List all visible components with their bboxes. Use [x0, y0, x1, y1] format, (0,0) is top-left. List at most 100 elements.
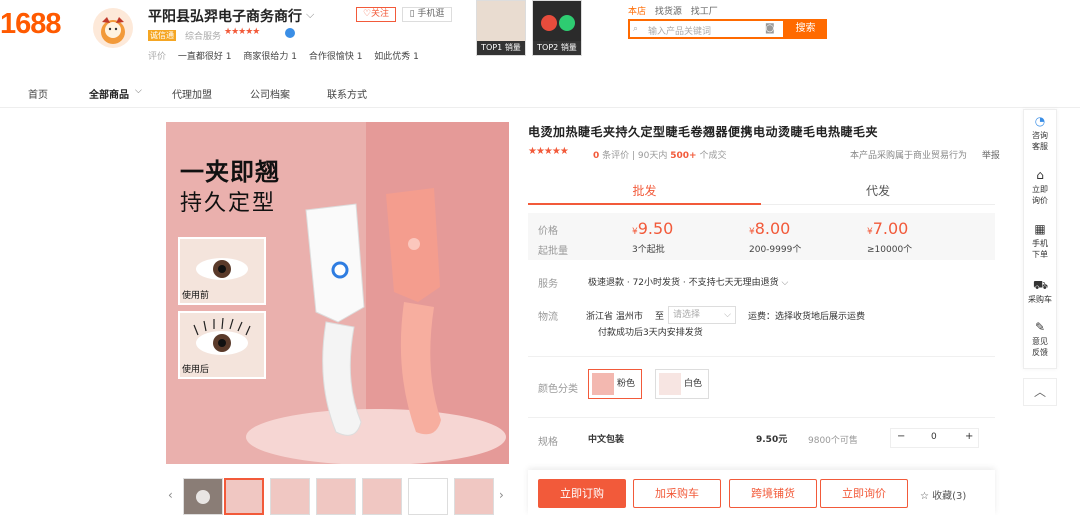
top-product-thumb[interactable]: TOP2 销量 — [532, 0, 582, 56]
min-qty-label: 起批量 — [538, 246, 568, 257]
toolbar-label: 手机 下单 — [1032, 239, 1048, 259]
gallery-thumb[interactable] — [362, 478, 402, 515]
report-link[interactable]: 举报 — [982, 151, 1000, 161]
tab-wholesale[interactable]: 批发 — [528, 176, 761, 205]
nav-company[interactable]: 公司档案 — [250, 86, 290, 101]
product-rating-stars: ★★★★★ — [528, 146, 569, 157]
qty-tier-2: 200-9999个 — [749, 245, 802, 255]
back-to-top-button[interactable]: ︿ — [1023, 378, 1057, 406]
price-tier-1: ¥9.50 — [632, 219, 673, 238]
price-value: 9.50 — [637, 219, 674, 238]
gallery-thumb[interactable] — [224, 478, 264, 515]
eval-tag: 商家很给力 1 — [243, 52, 297, 62]
prev-arrow-icon[interactable]: ‹ — [168, 488, 173, 502]
ship-origin: 浙江省 温州市 — [586, 312, 643, 322]
next-arrow-icon[interactable]: › — [499, 488, 504, 502]
image-slogan-2: 持久定型 — [180, 191, 277, 216]
gallery-thumb[interactable] — [316, 478, 356, 515]
price-tier-2: ¥8.00 — [749, 219, 790, 238]
eval-tag: 如此优秀 1 — [374, 52, 419, 62]
tab-dropship[interactable]: 代发 — [761, 176, 995, 205]
plus-button[interactable]: + — [965, 431, 973, 442]
play-icon — [196, 490, 210, 504]
chat-icon: ◔ — [1034, 114, 1046, 128]
search-scope-links: 本店 找货源 找工厂 — [628, 4, 724, 17]
spec-price: 9.50元 — [756, 435, 788, 445]
minus-button[interactable]: − — [897, 431, 905, 442]
toolbar-cart[interactable]: ⛟ 采购车 — [1023, 278, 1057, 305]
qty-tier-3: ≥10000个 — [867, 245, 913, 255]
spec-stock: 9800个可售 — [808, 436, 858, 446]
top1-sales-label: TOP1 销量 — [477, 41, 525, 55]
eval-label: 评价 — [148, 52, 167, 62]
scope-supply[interactable]: 找货源 — [655, 7, 682, 17]
site-logo[interactable]: 1688 — [0, 8, 62, 41]
purchase-note: 本产品采购属于商业贸易行为 — [850, 151, 968, 161]
color-name: 白色 — [684, 379, 703, 389]
nav-agency[interactable]: 代理加盟 — [172, 86, 212, 101]
add-cart-button[interactable]: 加采购车 — [633, 479, 721, 508]
purchase-notice: 本产品采购属于商业贸易行为 举报 — [850, 148, 1000, 161]
service-stars: ★★★★★ — [224, 27, 260, 37]
price-label: 价格 — [538, 226, 558, 237]
chevron-up-icon: ︿ — [1033, 385, 1046, 399]
top-product-thumb[interactable]: TOP1 销量 — [476, 0, 526, 56]
service-label: 服务 — [538, 279, 558, 290]
follow-button[interactable]: ♡关注 — [356, 7, 396, 22]
chevron-down-icon: ⌵ — [724, 310, 731, 320]
nav-all-products[interactable]: 全部商品 — [89, 86, 129, 101]
shop-name[interactable]: 平阳县弘羿电子商务商行 — [148, 6, 302, 26]
color-name: 粉色 — [617, 379, 636, 389]
scope-store[interactable]: 本店 — [628, 7, 646, 17]
nav-home[interactable]: 首页 — [28, 86, 48, 101]
review-label[interactable]: 条评价 — [602, 151, 629, 161]
nav-contact[interactable]: 联系方式 — [327, 86, 367, 101]
toolbar-chat[interactable]: ◔ 咨询 客服 — [1023, 114, 1057, 152]
color-option-white[interactable]: 白色 — [655, 369, 710, 399]
color-label: 颜色分类 — [538, 384, 578, 395]
toolbar-mobile-order[interactable]: ▦ 手机 下单 — [1023, 222, 1057, 260]
shipping-fee: 运费：选择收货地后展示运费 — [748, 312, 866, 322]
verified-icon — [285, 28, 295, 38]
review-count[interactable]: 0 — [593, 151, 599, 161]
quantity-input[interactable]: 0 — [931, 432, 937, 442]
search-placeholder: 输入产品关键词 — [648, 27, 712, 37]
sold-count: 500+ — [670, 151, 697, 161]
scope-factory[interactable]: 找工厂 — [691, 7, 718, 17]
toolbar-feedback[interactable]: ✎ 意见 反馈 — [1023, 320, 1057, 358]
spec-name: 中文包装 — [588, 435, 625, 445]
cross-border-button[interactable]: 跨境铺货 — [729, 479, 817, 508]
cart-icon: ⛟ — [1033, 278, 1049, 292]
service-detail: 极速退款 · 72小时发货 · 不支持七天无理由退货 — [588, 278, 779, 288]
buy-now-button[interactable]: 立即订购 — [538, 479, 626, 508]
shop-evaluation: 评价 一直都很好 1 商家很给力 1 合作很愉快 1 如此优秀 1 — [148, 49, 428, 62]
price-value: 7.00 — [872, 219, 909, 238]
inquire-button[interactable]: 立即询价 — [820, 479, 908, 508]
sold-label: 个成交 — [699, 151, 727, 161]
toolbar-label: 咨询 客服 — [1032, 131, 1048, 151]
price-value: 8.00 — [754, 219, 791, 238]
top2-sales-label: TOP2 销量 — [533, 41, 581, 55]
gallery-thumb[interactable] — [408, 478, 448, 515]
toolbar-inquire[interactable]: ⌂ 立即 询价 — [1023, 168, 1057, 206]
camera-icon[interactable]: ◙ — [765, 23, 775, 34]
search-button[interactable]: 搜索 — [784, 19, 827, 39]
before-label: 使用前 — [182, 291, 210, 301]
edit-icon: ✎ — [1034, 320, 1046, 334]
gallery-thumb-video[interactable] — [183, 478, 223, 515]
product-title: 电烫加热睫毛夹持久定型睫毛卷翘器便携电动烫睫毛电热睫毛夹 — [528, 125, 879, 139]
chevron-down-icon[interactable]: ⌵ — [135, 86, 142, 96]
color-option-pink[interactable]: 粉色 — [588, 369, 643, 399]
shop-avatar[interactable] — [93, 8, 133, 48]
toolbar-label: 立即 询价 — [1032, 185, 1048, 205]
spec-label: 规格 — [538, 437, 558, 448]
before-image: 使用前 — [178, 237, 266, 305]
chevron-down-icon[interactable]: ⌵ — [306, 8, 314, 22]
destination-select[interactable]: 请选择 ⌵ — [668, 306, 736, 324]
ship-time: 付款成功后3天内安排发货 — [598, 328, 703, 338]
gallery-thumb[interactable] — [454, 478, 494, 515]
gallery-thumb[interactable] — [270, 478, 310, 515]
service-text[interactable]: 极速退款 · 72小时发货 · 不支持七天无理由退货 ⌵ — [588, 275, 788, 288]
favorite-button[interactable]: ☆ 收藏(3) — [920, 487, 966, 502]
mobile-view-button[interactable]: ▯ 手机逛 — [402, 7, 452, 22]
